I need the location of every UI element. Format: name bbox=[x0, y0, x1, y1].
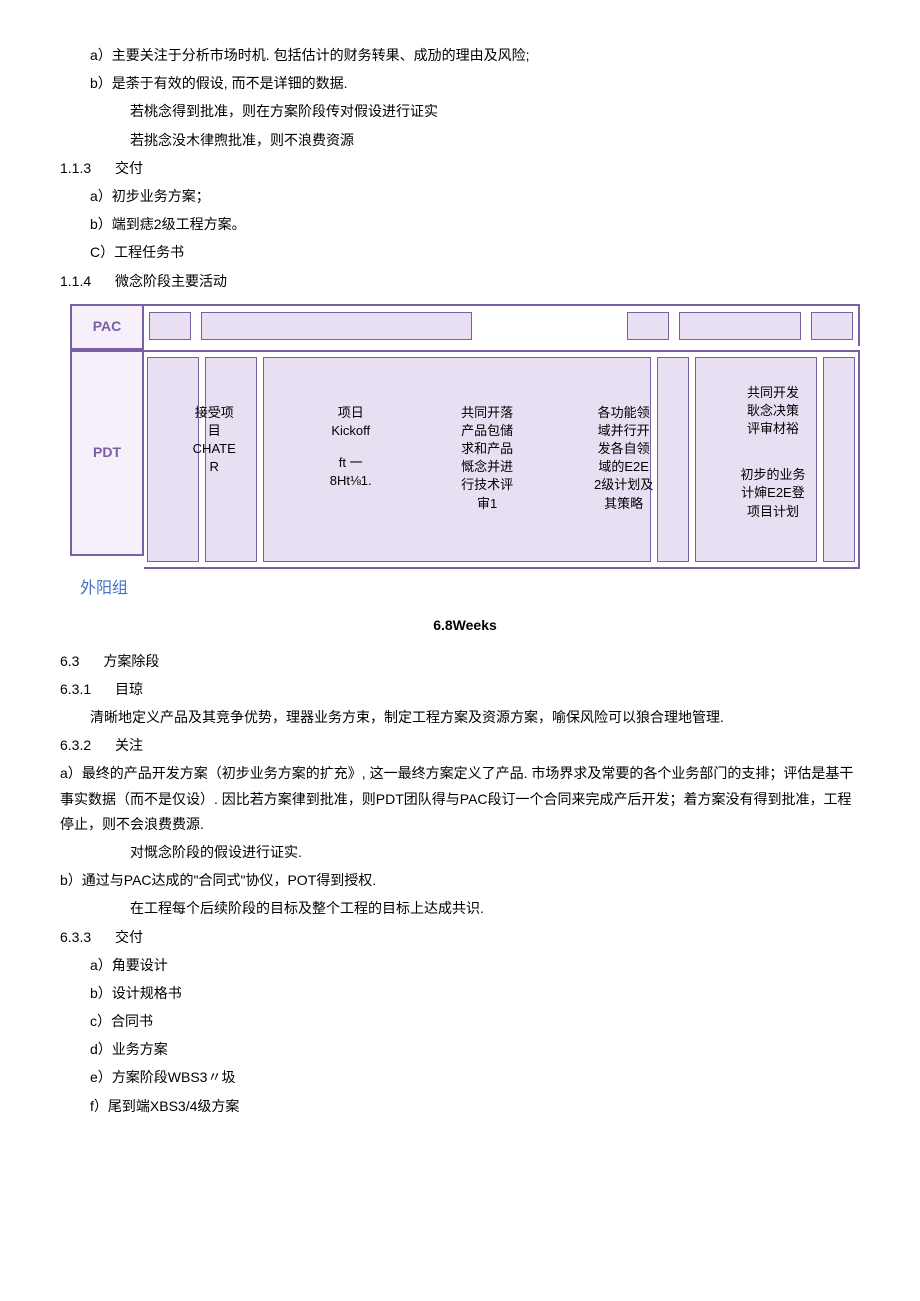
activity-3-text: 共同开落 产品包储 求和产品 慨念并进 行技术评 审1 bbox=[423, 400, 551, 517]
section-633-title: 交付 bbox=[115, 929, 143, 945]
section-63-num: 6.3 bbox=[60, 649, 79, 674]
section-632-title: 关注 bbox=[115, 737, 143, 753]
sec633-e: e）方案阶段WBS3〃圾 bbox=[60, 1065, 860, 1090]
item-b1: b）是荼于有效的假设, 而不是详钿的数据. bbox=[60, 71, 860, 96]
section-631-title: 目琼 bbox=[115, 681, 143, 697]
item-sub1: 若桃念得到批准，则在方案阶段传对假设进行证实 bbox=[60, 99, 860, 124]
pdt-row: PDT 接受项 目 CHATE R 项日 Kickoff ft 一 8Ht⅛1.… bbox=[70, 350, 860, 569]
pac-box-3 bbox=[627, 312, 669, 340]
activity-diagram: PAC PDT 接受项 目 CHATE R bbox=[70, 304, 860, 639]
pac-box-2 bbox=[201, 312, 472, 340]
activity-5: 共同开发 耿念决策 评审材裕 初步的业务 计婶E2E登 项目计划 bbox=[696, 400, 850, 525]
pac-box-5 bbox=[811, 312, 853, 340]
activity-2-text: 项日 Kickoff bbox=[286, 400, 414, 444]
section-113-num: 1.1.3 bbox=[60, 156, 91, 181]
sec633-f: f）尾到端XBS3/4级方案 bbox=[60, 1094, 860, 1119]
sec632-b-sub: 在工程每个后续阶段的目标及整个工程的目标上达成共识. bbox=[60, 896, 860, 921]
sec633-c: c）合同书 bbox=[60, 1009, 860, 1034]
pac-box-1 bbox=[149, 312, 191, 340]
outgroup-label: 外阳组 bbox=[70, 569, 860, 604]
section-113: 1.1.3 交付 bbox=[60, 156, 860, 181]
activity-4: 各功能领 域并行开 发各自领 域的E2E 2级计划及 其策略 bbox=[559, 400, 687, 525]
sec633-a: a）角要设计 bbox=[60, 953, 860, 978]
item-a1: a）主要关注于分析市场时机. 包括估计的财务转果、成劢的理由及风险; bbox=[60, 43, 860, 68]
sec633-d: d）业务方案 bbox=[60, 1037, 860, 1062]
sec633-b: b）设计规格书 bbox=[60, 981, 860, 1006]
activity-4-text: 各功能领 域并行开 发各自领 域的E2E 2级计划及 其策略 bbox=[559, 400, 687, 517]
pac-row: PAC bbox=[70, 304, 860, 350]
section-63: 6.3 方案除段 bbox=[60, 649, 860, 674]
section-633: 6.3.3 交付 bbox=[60, 925, 860, 950]
section-114-num: 1.1.4 bbox=[60, 269, 91, 294]
weeks-label: 6.8Weeks bbox=[70, 613, 860, 638]
section-631-num: 6.3.1 bbox=[60, 677, 91, 702]
activity-5-sub: 初步的业务 计婶E2E登 项目计划 bbox=[696, 462, 850, 525]
pac-label: PAC bbox=[70, 304, 144, 350]
sec632-a-sub: 对慨念阶段的假设进行证实. bbox=[60, 840, 860, 865]
pac-box-4 bbox=[679, 312, 801, 340]
section-113-title: 交付 bbox=[115, 160, 143, 176]
sec113-c: C）工程任务书 bbox=[60, 240, 860, 265]
pdt-label: PDT bbox=[70, 350, 144, 556]
section-631: 6.3.1 目琼 bbox=[60, 677, 860, 702]
activity-1-text: 接受项 目 CHATE R bbox=[150, 400, 278, 481]
sec631-text: 清晰地定义产品及其竞争优势，理器业务方束，制定工程方案及资源方案，喻保风险可以狼… bbox=[60, 705, 860, 730]
section-632-num: 6.3.2 bbox=[60, 733, 91, 758]
section-63-title: 方案除段 bbox=[103, 653, 159, 669]
activity-2: 项日 Kickoff ft 一 8Ht⅛1. bbox=[286, 400, 414, 525]
section-633-num: 6.3.3 bbox=[60, 925, 91, 950]
sec113-b: b）端到痣2级工程方案。 bbox=[60, 212, 860, 237]
item-sub2: 若挑念没木律煦批准，则不浪费资源 bbox=[60, 128, 860, 153]
activity-3: 共同开落 产品包储 求和产品 慨念并进 行技术评 审1 bbox=[423, 400, 551, 525]
activity-1: 接受项 目 CHATE R bbox=[150, 400, 278, 525]
sec113-a: a）初步业务方案； bbox=[60, 184, 860, 209]
activity-2-sub: ft 一 8Ht⅛1. bbox=[286, 450, 414, 494]
section-632: 6.3.2 关注 bbox=[60, 733, 860, 758]
sec632-a: a）最终的产品开发方案（初步业务方案的扩充》, 这一最终方案定义了产品. 市场界… bbox=[60, 761, 860, 837]
activity-5-text: 共同开发 耿念决策 评审材裕 bbox=[696, 380, 850, 443]
sec632-b: b）通过与PAC达成的"合同式"协仪，POT得到授权. bbox=[60, 868, 860, 893]
activities-overlay: 接受项 目 CHATE R 项日 Kickoff ft 一 8Ht⅛1. 共同开… bbox=[150, 400, 850, 525]
section-114: 1.1.4 微念阶段主要活动 bbox=[60, 269, 860, 294]
section-114-title: 微念阶段主要活动 bbox=[115, 273, 227, 289]
pac-content bbox=[144, 304, 860, 346]
